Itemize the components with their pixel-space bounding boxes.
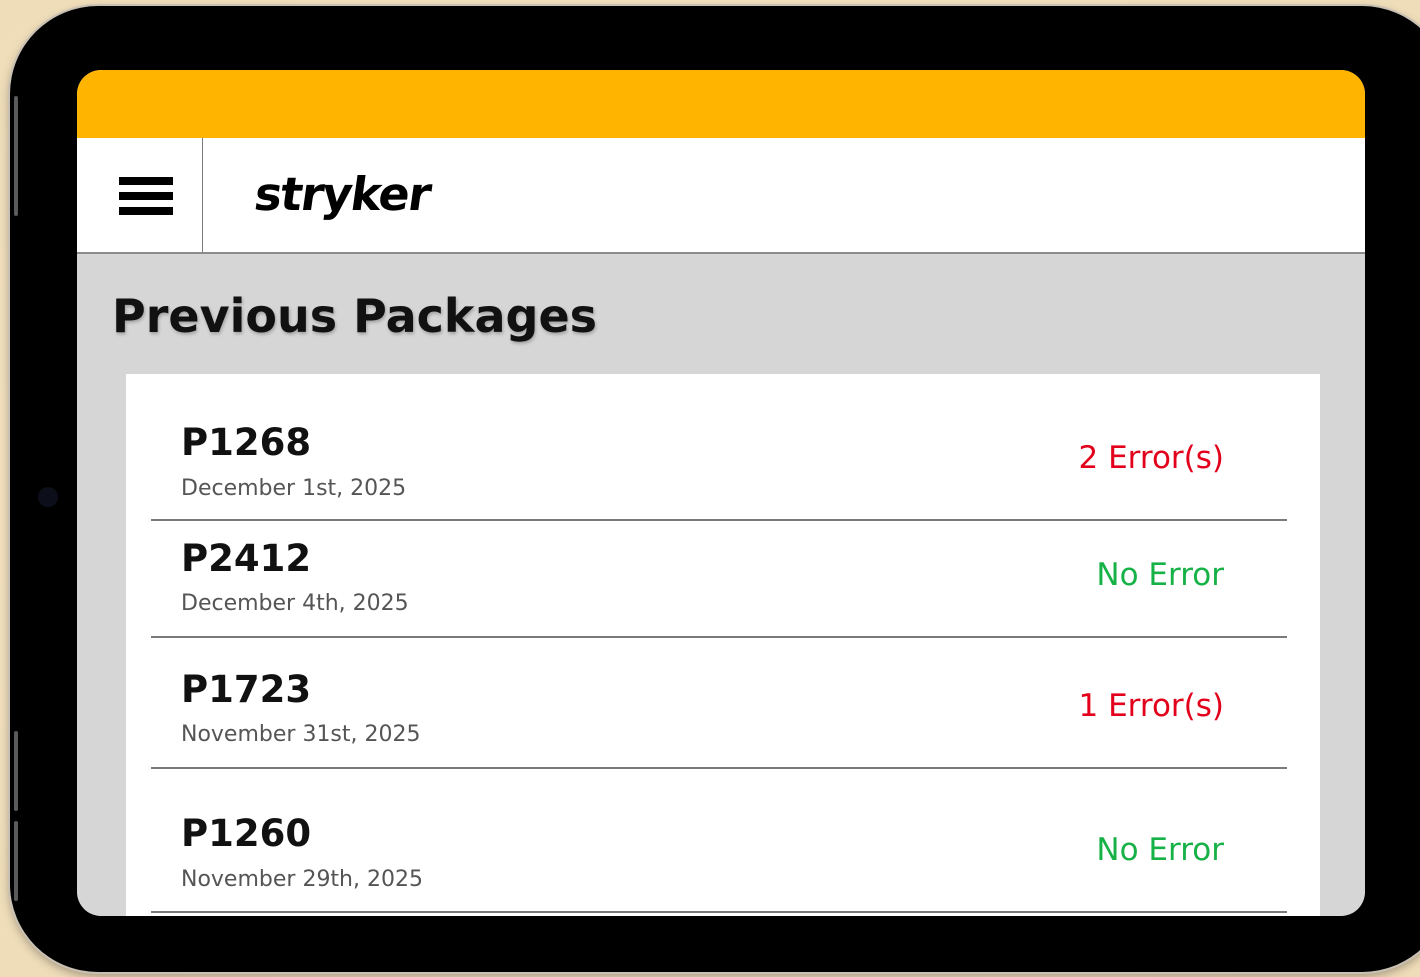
page-title: Previous Packages [112, 289, 598, 343]
camera-lens [38, 487, 58, 507]
stryker-logo: stryker [251, 167, 434, 221]
packages-list: P1268 December 1st, 2025 2 Error(s) P241… [126, 374, 1320, 916]
package-row[interactable]: P2412 December 4th, 2025 No Error [151, 521, 1287, 638]
package-date: November 29th, 2025 [181, 867, 423, 892]
app-header: stryker [77, 138, 1365, 254]
package-status: 2 Error(s) [1078, 440, 1224, 476]
package-id: P2412 [181, 537, 312, 580]
package-date: December 1st, 2025 [181, 476, 407, 501]
package-row[interactable]: P1268 December 1st, 2025 2 Error(s) [151, 374, 1287, 521]
app-screen: stryker Previous Packages P1268 December… [77, 70, 1365, 916]
side-button-bottom [14, 731, 18, 811]
package-date: November 31st, 2025 [181, 722, 421, 747]
status-bar [77, 70, 1365, 138]
side-button-top [14, 96, 18, 216]
package-status: No Error [1096, 832, 1224, 868]
package-row[interactable]: P1260 November 29th, 2025 No Error [151, 769, 1287, 914]
package-id: P1268 [181, 421, 312, 464]
package-date: December 4th, 2025 [181, 591, 409, 616]
package-id: P1723 [181, 668, 312, 711]
package-row[interactable]: P1723 November 31st, 2025 1 Error(s) [151, 638, 1287, 769]
side-button-lower [14, 821, 18, 901]
package-id: P1260 [181, 812, 312, 855]
menu-button[interactable] [77, 138, 203, 252]
row-divider [151, 911, 1287, 913]
package-status: 1 Error(s) [1078, 688, 1224, 724]
package-status: No Error [1096, 557, 1224, 593]
